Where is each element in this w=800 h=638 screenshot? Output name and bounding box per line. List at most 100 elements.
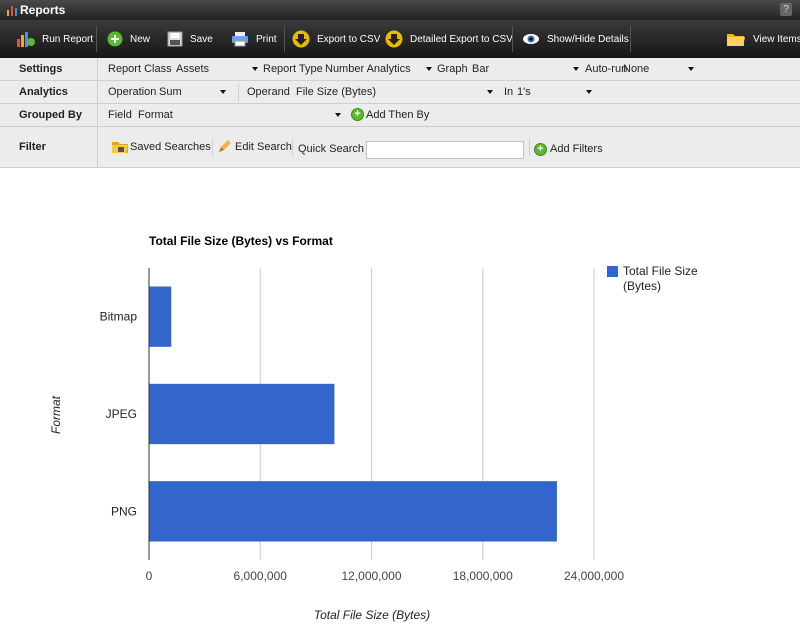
- run-report-label: Run Report: [42, 33, 94, 45]
- autorun-label: Auto-run: [585, 63, 628, 75]
- print-button[interactable]: Print: [231, 20, 277, 58]
- settings-row: Settings Report Class Assets Report Type…: [0, 58, 800, 81]
- graph-value: Bar: [472, 63, 490, 75]
- toolbar-divider: [284, 26, 285, 52]
- bar-chart: Total File Size (Bytes) vs Format Bitmap…: [49, 234, 698, 622]
- download-arrow-icon: [385, 30, 403, 48]
- save-button[interactable]: Save: [167, 20, 213, 58]
- group-field-value: Format: [138, 109, 173, 121]
- report-toolbar: Run Report New Save Print Export to CSV …: [0, 20, 800, 58]
- window-titlebar: Reports ?: [0, 0, 800, 20]
- autorun-value: None: [623, 63, 650, 75]
- y-axis-title: Format: [49, 395, 63, 434]
- add-filters-button[interactable]: Add Filters: [550, 142, 603, 156]
- eye-icon: [523, 34, 539, 44]
- operand-select[interactable]: File Size (Bytes): [295, 84, 495, 100]
- chevron-down-icon: [586, 90, 592, 94]
- view-items-button[interactable]: View Items: [726, 20, 800, 58]
- graph-select[interactable]: Bar: [471, 61, 581, 77]
- chevron-down-icon: [573, 67, 579, 71]
- operation-value: Sum: [159, 86, 182, 98]
- field-divider: [529, 139, 530, 156]
- x-tick-label: 24,000,000: [564, 569, 624, 583]
- toolbar-divider: [512, 26, 513, 52]
- legend-label: Total File Size (Bytes): [623, 264, 698, 293]
- in-select[interactable]: 1's: [516, 84, 594, 100]
- bar-bitmap[interactable]: [149, 286, 172, 347]
- operand-value: File Size (Bytes): [296, 86, 377, 98]
- x-tick-label: 0: [146, 569, 153, 583]
- export-csv-label: Export to CSV: [317, 33, 381, 45]
- add-plus-icon: [107, 31, 123, 47]
- reports-bar-chart-icon: [7, 6, 17, 16]
- in-value: 1's: [517, 86, 531, 98]
- report-class-value: Assets: [176, 63, 210, 75]
- help-button[interactable]: ?: [780, 3, 792, 16]
- x-tick-label: 6,000,000: [234, 569, 288, 583]
- y-category-label: Bitmap: [100, 310, 138, 324]
- run-report-icon: [17, 32, 35, 47]
- y-category-label: PNG: [111, 504, 137, 518]
- show-hide-label: Show/Hide Details: [547, 33, 629, 45]
- y-category-label: JPEG: [106, 407, 137, 421]
- field-divider: [292, 139, 293, 156]
- save-label: Save: [190, 33, 213, 45]
- run-report-button[interactable]: Run Report: [17, 20, 93, 58]
- operation-select[interactable]: Sum: [158, 84, 228, 100]
- chevron-down-icon: [252, 67, 258, 71]
- group-field-select[interactable]: Format: [137, 107, 343, 123]
- pencil-icon: [219, 140, 231, 152]
- operation-label: Operation: [108, 86, 157, 98]
- print-label: Print: [256, 33, 277, 45]
- operand-label: Operand: [247, 86, 290, 98]
- new-button[interactable]: New: [107, 20, 150, 58]
- chart-title: Total File Size (Bytes) vs Format: [149, 234, 333, 248]
- analytics-label: Analytics: [0, 81, 98, 103]
- show-hide-details-button[interactable]: Show/Hide Details: [522, 20, 629, 58]
- edit-search-label: Edit Search: [235, 140, 292, 153]
- folder-search-icon: [112, 142, 128, 153]
- field-divider: [238, 84, 239, 101]
- saved-searches-button[interactable]: Saved Searches: [112, 140, 211, 153]
- toolbar-divider: [96, 26, 97, 52]
- export-csv-button[interactable]: Export to CSV: [292, 20, 380, 58]
- report-type-label: Report Type: [263, 63, 323, 75]
- new-label: New: [130, 33, 151, 45]
- x-tick-label: 12,000,000: [341, 569, 401, 583]
- view-items-label: View Items: [753, 33, 800, 45]
- chevron-down-icon: [335, 113, 341, 117]
- bar-jpeg[interactable]: [149, 383, 335, 445]
- grouped-by-label: Grouped By: [0, 104, 98, 126]
- quick-search-input[interactable]: [366, 141, 524, 159]
- graph-label: Graph: [437, 63, 468, 75]
- field-label: Field: [108, 109, 132, 121]
- window-title: Reports: [20, 3, 66, 17]
- legend-label-line: (Bytes): [623, 279, 661, 293]
- report-class-select[interactable]: Assets: [175, 61, 260, 77]
- edit-search-button[interactable]: Edit Search: [218, 140, 292, 153]
- chevron-down-icon: [688, 67, 694, 71]
- detailed-export-button[interactable]: Detailed Export to CSV: [385, 20, 513, 58]
- x-tick-label: 18,000,000: [453, 569, 513, 583]
- chevron-down-icon: [426, 67, 432, 71]
- add-filters-icon: +: [534, 143, 547, 156]
- field-divider: [212, 139, 213, 156]
- autorun-select[interactable]: None: [622, 61, 696, 77]
- printer-icon: [232, 32, 248, 47]
- grouped-by-row: Grouped By Field Format + Add Then By: [0, 104, 800, 127]
- chevron-down-icon: [487, 90, 493, 94]
- add-then-by-icon: +: [351, 108, 364, 121]
- report-chart: Total File Size (Bytes) vs Format Bitmap…: [0, 168, 800, 635]
- analytics-row: Analytics Operation Sum Operand File Siz…: [0, 81, 800, 104]
- filter-row: Filter Saved Searches Edit Search Quick …: [0, 127, 800, 168]
- x-axis-title: Total File Size (Bytes): [314, 608, 430, 622]
- report-type-select[interactable]: Number Analytics: [324, 61, 434, 77]
- legend-swatch: [607, 266, 618, 277]
- floppy-disk-icon: [167, 31, 183, 47]
- add-then-by-button[interactable]: Add Then By: [366, 108, 429, 122]
- report-class-label: Report Class: [108, 63, 172, 75]
- bar-png[interactable]: [149, 481, 557, 542]
- toolbar-divider: [630, 26, 631, 52]
- folder-icon: [727, 34, 745, 46]
- quick-search-label: Quick Search: [298, 143, 365, 155]
